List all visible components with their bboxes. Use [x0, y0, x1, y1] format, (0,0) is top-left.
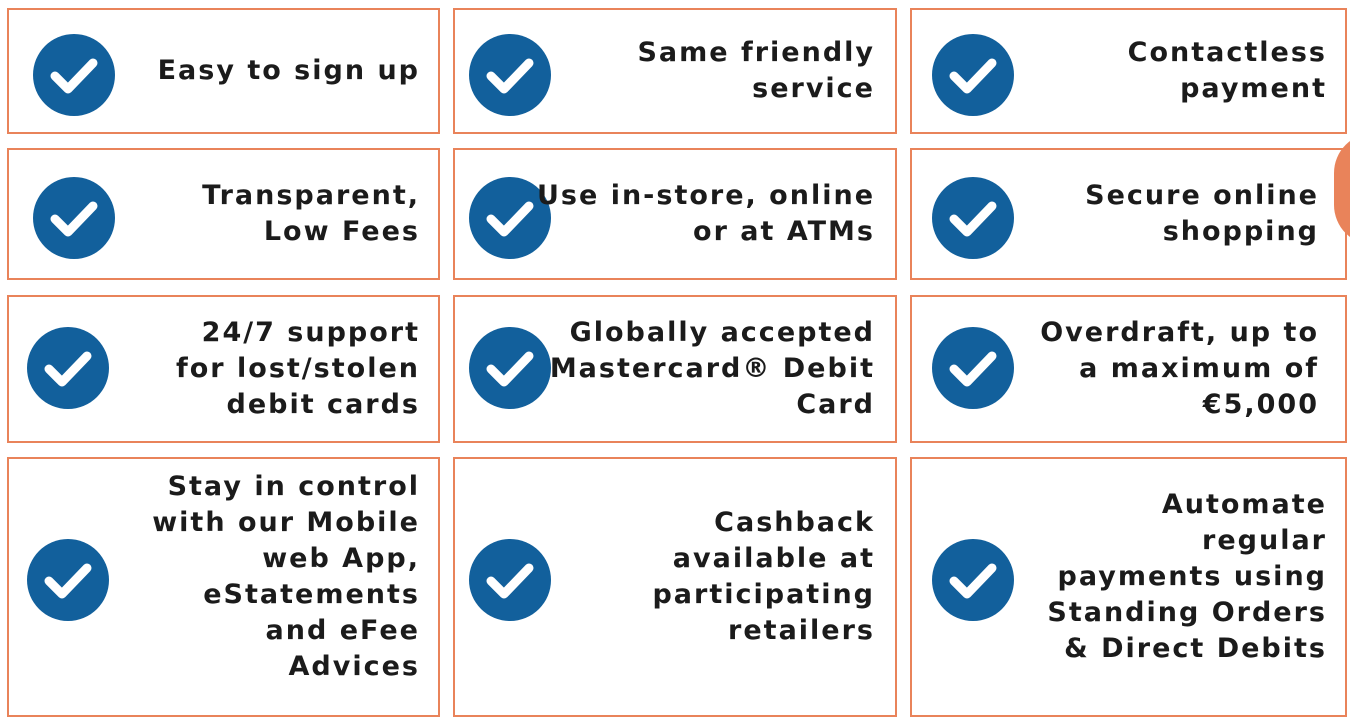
feature-tile: Contactless payment — [910, 8, 1347, 134]
feature-tile: 24/7 support for lost/stolen debit cards — [7, 295, 440, 443]
check-circle-icon — [932, 177, 1014, 259]
feature-label: Same friendly service — [637, 37, 875, 104]
check-circle-icon — [27, 539, 109, 621]
feature-label: Cashback available at participating reta… — [652, 507, 875, 646]
feature-tile: Same friendly service — [453, 8, 897, 134]
features-grid: Easy to sign up Same friendly service Co… — [0, 0, 1350, 717]
feature-label: Automate regular payments using Standing… — [1047, 489, 1327, 664]
check-circle-icon — [469, 327, 551, 409]
feature-tile: Use in-store, online or at ATMs — [453, 148, 897, 280]
feature-tile: Automate regular payments using Standing… — [910, 457, 1347, 717]
check-circle-icon — [33, 34, 115, 116]
check-circle-icon — [469, 539, 551, 621]
check-circle-icon — [932, 539, 1014, 621]
feature-tile: Easy to sign up — [7, 8, 440, 134]
feature-tile: Transparent, Low Fees — [7, 148, 440, 280]
feature-label: Stay in control with our Mobile web App,… — [152, 471, 420, 682]
check-circle-icon — [27, 327, 109, 409]
feature-label: Transparent, Low Fees — [202, 180, 420, 247]
feature-label: Contactless payment — [1127, 37, 1327, 104]
feature-label: Overdraft, up to a maximum of €5,000 — [1040, 317, 1319, 420]
check-circle-icon — [33, 177, 115, 259]
feature-label: Use in-store, online or at ATMs — [536, 180, 875, 247]
feature-label: Globally accepted Mastercard® Debit Card — [549, 317, 875, 420]
feature-tile: Cashback available at participating reta… — [453, 457, 897, 717]
feature-label: Secure online shopping — [1085, 180, 1319, 247]
check-circle-icon — [469, 34, 551, 116]
feature-tile: Globally accepted Mastercard® Debit Card — [453, 295, 897, 443]
check-circle-icon — [932, 34, 1014, 116]
feature-label: 24/7 support for lost/stolen debit cards — [176, 317, 420, 420]
feature-tile: Overdraft, up to a maximum of €5,000 — [910, 295, 1347, 443]
feature-tile: Secure online shopping — [910, 148, 1347, 280]
feature-tile: Stay in control with our Mobile web App,… — [7, 457, 440, 717]
feature-label: Easy to sign up — [157, 55, 420, 86]
check-circle-icon — [932, 327, 1014, 409]
